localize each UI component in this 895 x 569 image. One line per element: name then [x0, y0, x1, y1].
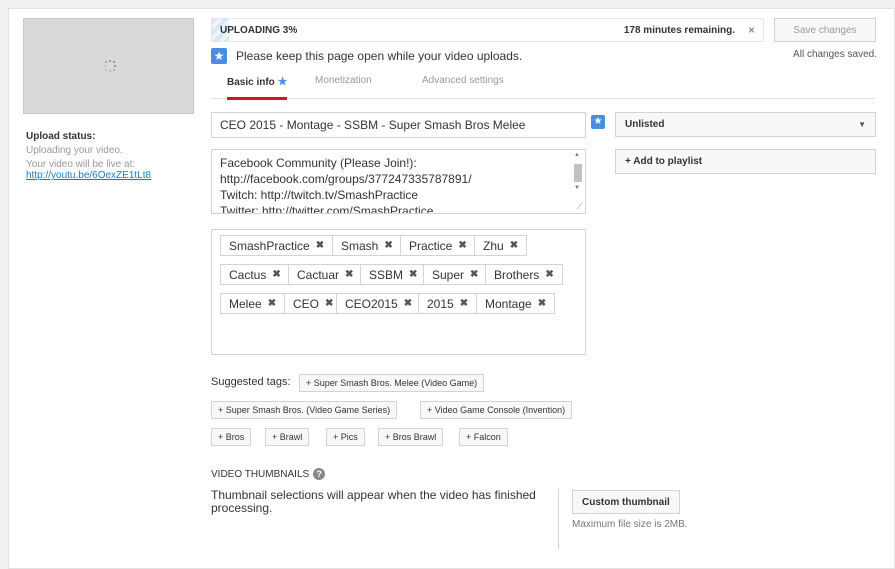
tag-label: CEO	[293, 296, 320, 311]
tag-chip[interactable]: Brothers ✖	[485, 264, 563, 285]
suggested-tag-button[interactable]: + Brawl	[265, 428, 310, 446]
x-icon[interactable]: ✖	[409, 269, 417, 280]
star-icon: ★	[277, 76, 288, 88]
upload-progress-bar: UPLOADING 3% 178 minutes remaining. ×	[211, 18, 764, 42]
suggested-tags-label: Suggested tags:	[211, 376, 291, 388]
tag-label: SSBM	[369, 267, 404, 282]
suggested-tag-button[interactable]: + Super Smash Bros. Melee (Video Game)	[299, 374, 485, 392]
upload-notice: ★ Please keep this page open while your …	[211, 48, 522, 64]
suggested-tag-button[interactable]: + Super Smash Bros. (Video Game Series)	[211, 401, 398, 419]
suggested-tag-button[interactable]: + Bros	[211, 428, 252, 446]
x-icon[interactable]: ✖	[316, 240, 324, 251]
upload-state-text: Uploading your video.	[26, 145, 123, 156]
tag-label: Montage	[485, 296, 532, 311]
scroll-up-icon[interactable]: ▲	[574, 152, 580, 158]
live-at-text: Your video will be live at:	[26, 159, 136, 170]
tag-chip[interactable]: Cactuar ✖	[288, 264, 363, 285]
tag-label: Super	[432, 267, 465, 282]
tags-input[interactable]: SmashPractice ✖ Smash ✖ Practice ✖ Zhu ✖ Cactus ✖…	[211, 229, 586, 355]
progress-label: UPLOADING 3%	[220, 25, 298, 36]
x-icon[interactable]: ✖	[325, 298, 333, 309]
description-textarea[interactable]: Facebook Community (Please Join!): http:/…	[211, 149, 586, 214]
x-icon[interactable]: ✖	[538, 298, 546, 309]
tag-label: SmashPractice	[229, 238, 310, 253]
tag-label: 2015	[427, 296, 454, 311]
chevron-down-icon: ▼	[858, 120, 866, 129]
suggested-tag-button[interactable]: + Bros Brawl	[378, 428, 444, 446]
tab-advanced-settings[interactable]: Advanced settings	[422, 75, 504, 99]
tab-monetization[interactable]: Monetization	[315, 75, 372, 99]
description-line: http://facebook.com/groups/3772473357878…	[220, 172, 472, 186]
tag-label: CEO2015	[345, 296, 398, 311]
tag-chip[interactable]: 2015 ✖	[418, 293, 478, 314]
x-icon[interactable]: ✖	[268, 298, 276, 309]
suggested-tag-button[interactable]: + Falcon	[459, 428, 508, 446]
help-icon[interactable]: ?	[313, 468, 326, 480]
upload-status-panel: Upload status: Uploading your video. You…	[26, 131, 201, 181]
tag-chip[interactable]: SmashPractice ✖	[220, 235, 334, 256]
x-icon[interactable]: ✖	[345, 269, 353, 280]
thumbnail-message: Thumbnail selections will appear when th…	[211, 488, 536, 515]
upload-status-label: Upload status:	[26, 131, 96, 142]
tag-chip[interactable]: Smash ✖	[332, 235, 402, 256]
tag-chip[interactable]: Super ✖	[423, 264, 488, 285]
add-to-playlist-button[interactable]: + Add to playlist	[615, 149, 876, 174]
video-preview	[23, 18, 194, 114]
privacy-value: Unlisted	[625, 119, 665, 130]
upload-page: Upload status: Uploading your video. You…	[8, 8, 895, 569]
x-icon[interactable]: ✖	[545, 269, 553, 280]
tag-label: Cactus	[229, 267, 267, 282]
privacy-select[interactable]: Unlisted ▼	[615, 112, 876, 137]
tag-chip[interactable]: CEO ✖	[284, 293, 343, 314]
tag-label: Smash	[341, 238, 379, 253]
save-changes-button[interactable]: Save changes	[774, 18, 876, 42]
save-status: All changes saved.	[793, 49, 877, 60]
tag-chip[interactable]: SSBM ✖	[360, 264, 427, 285]
video-url-link[interactable]: http://youtu.be/6OexZE1tLt8	[26, 170, 201, 181]
x-icon[interactable]: ✖	[272, 269, 280, 280]
resize-grip-icon[interactable]: ⟋	[577, 201, 583, 212]
x-icon[interactable]: ✖	[510, 240, 518, 251]
heading-text: VIDEO THUMBNAILS	[211, 468, 310, 480]
suggested-tag-button[interactable]: + Video Game Console (Invention)	[420, 401, 573, 419]
x-icon[interactable]: ✖	[470, 269, 478, 280]
title-input[interactable]: CEO 2015 - Montage - SSBM - Super Smash …	[211, 112, 586, 138]
tag-label: Cactuar	[297, 267, 340, 282]
star-icon[interactable]: ★	[591, 115, 605, 129]
notice-text: Please keep this page open while your vi…	[236, 49, 523, 63]
tag-chip[interactable]: Montage ✖	[476, 293, 556, 314]
tag-chip[interactable]: CEO2015 ✖	[336, 293, 422, 314]
scroll-thumb[interactable]	[574, 164, 582, 182]
description-line: Twitch: http://twitch.tv/SmashPractice	[220, 188, 419, 202]
tab-basic-info[interactable]: Basic info ★	[227, 75, 288, 100]
description-line: Twitter: http://twitter.com/SmashPractic…	[220, 204, 434, 214]
tag-chip[interactable]: Cactus ✖	[220, 264, 290, 285]
time-remaining: 178 minutes remaining.	[623, 25, 735, 36]
x-icon[interactable]: ✖	[404, 298, 412, 309]
tag-label: Zhu	[483, 238, 504, 253]
tab-bar: Basic info ★ Monetization Advanced setti…	[211, 75, 875, 100]
max-file-size-text: Maximum file size is 2MB.	[572, 519, 688, 530]
custom-thumbnail-button[interactable]: Custom thumbnail	[572, 490, 680, 514]
tag-chip[interactable]: Practice ✖	[400, 235, 476, 256]
divider	[558, 489, 559, 549]
tab-label: Basic info	[227, 77, 275, 88]
tag-chip[interactable]: Zhu ✖	[474, 235, 528, 256]
x-icon[interactable]: ✖	[384, 240, 392, 251]
tag-label: Melee	[229, 296, 262, 311]
tag-label: Practice	[409, 238, 453, 253]
loading-spinner-icon	[104, 60, 116, 72]
suggested-tag-button[interactable]: + Pics	[326, 428, 365, 446]
video-thumbnails-heading: VIDEO THUMBNAILS ?	[211, 468, 326, 480]
close-icon[interactable]: ×	[748, 23, 755, 37]
tag-label: Brothers	[494, 267, 540, 282]
x-icon[interactable]: ✖	[458, 240, 466, 251]
star-icon: ★	[211, 48, 227, 64]
tag-chip[interactable]: Melee ✖	[220, 293, 286, 314]
description-line: Facebook Community (Please Join!):	[220, 156, 417, 170]
scroll-down-icon[interactable]: ▼	[574, 185, 580, 191]
x-icon[interactable]: ✖	[460, 298, 468, 309]
